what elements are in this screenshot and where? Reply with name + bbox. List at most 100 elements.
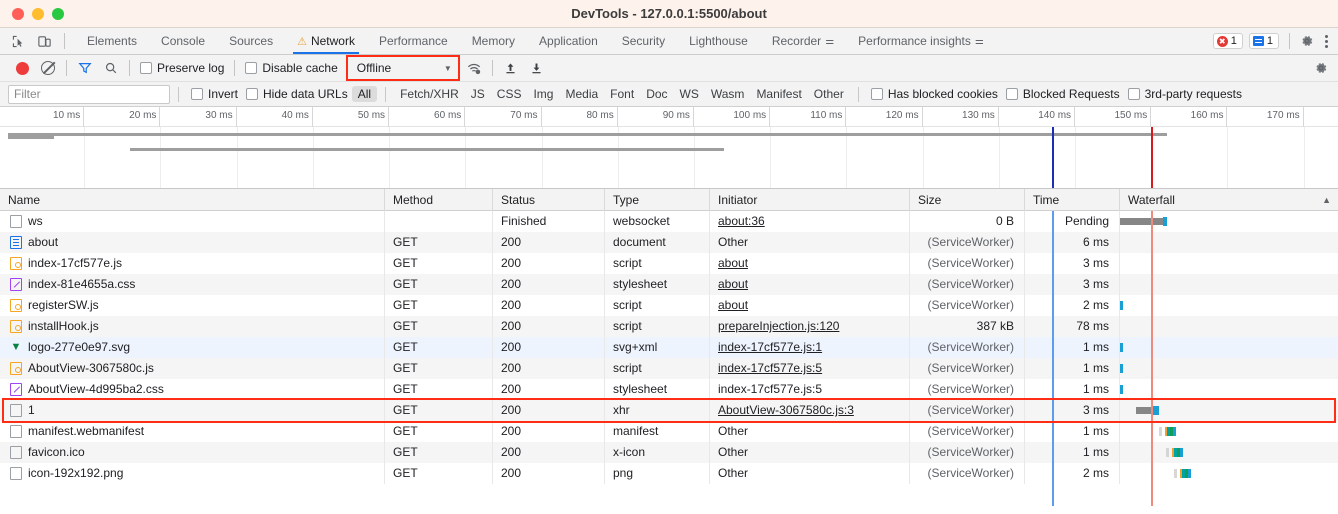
tab-recorder[interactable]: Recorder ⚌ — [760, 28, 846, 54]
cell-initiator[interactable]: AboutView-3067580c.js:3 — [710, 400, 910, 421]
column-header-waterfall[interactable]: Waterfall ▲ — [1120, 189, 1338, 211]
tab-application[interactable]: Application — [527, 28, 610, 54]
cell-name[interactable]: ws — [0, 211, 385, 232]
column-header-time[interactable]: Time — [1025, 188, 1120, 211]
minimize-window-button[interactable] — [32, 7, 44, 20]
table-row[interactable]: AboutView-3067580c.js GET 200 script index-1… — [0, 358, 1338, 379]
inspect-cursor-icon[interactable] — [8, 32, 28, 50]
filter-type-css[interactable]: CSS — [491, 86, 528, 102]
initiator-link[interactable]: about:36 — [718, 214, 765, 228]
overview-graph[interactable] — [0, 127, 1338, 188]
table-row[interactable]: ▼ logo-277e0e97.svg GET 200 svg+xml index-17c… — [0, 337, 1338, 358]
filter-type-font[interactable]: Font — [604, 86, 640, 102]
requests-table-body[interactable]: ws Finished websocket about:36 0 B Pending abo… — [0, 211, 1338, 506]
network-overview[interactable]: 10 ms 20 ms 30 ms 40 ms 50 ms 60 ms 70 ms 80 ms… — [0, 107, 1338, 189]
search-icon[interactable] — [99, 58, 123, 78]
error-count-badge[interactable]: ✖ 1 — [1212, 33, 1243, 49]
cell-initiator[interactable]: index-17cf577e.js:1 — [710, 337, 910, 358]
device-toolbar-icon[interactable] — [34, 32, 54, 50]
cell-name[interactable]: 1 — [0, 400, 385, 421]
filter-type-all[interactable]: All — [351, 86, 378, 102]
filter-type-ws[interactable]: WS — [674, 86, 705, 102]
cell-name[interactable]: icon-192x192.png — [0, 463, 385, 484]
table-row[interactable]: ws Finished websocket about:36 0 B Pending — [0, 211, 1338, 232]
initiator-link[interactable]: prepareInjection.js:120 — [718, 319, 839, 333]
table-row[interactable]: about GET 200 document Other (ServiceWorker) 6… — [0, 232, 1338, 253]
tab-lighthouse[interactable]: Lighthouse — [677, 28, 760, 54]
has-blocked-cookies-checkbox[interactable]: Has blocked cookies — [867, 87, 1002, 101]
cell-initiator[interactable]: about — [710, 274, 910, 295]
column-header-method[interactable]: Method — [385, 188, 493, 211]
cell-name[interactable]: ▼ logo-277e0e97.svg — [0, 337, 385, 358]
cell-initiator[interactable]: about — [710, 253, 910, 274]
filter-type-doc[interactable]: Doc — [640, 86, 673, 102]
column-header-size[interactable]: Size — [910, 188, 1025, 211]
tab-memory[interactable]: Memory — [460, 28, 527, 54]
filter-type-wasm[interactable]: Wasm — [705, 86, 751, 102]
column-header-type[interactable]: Type — [605, 188, 710, 211]
hide-data-urls-checkbox[interactable]: Hide data URLs — [242, 87, 352, 101]
throttling-dropdown[interactable]: Offline ▼ — [348, 58, 457, 78]
cell-name[interactable]: manifest.webmanifest — [0, 421, 385, 442]
tab-network[interactable]: ⚠ Network — [285, 28, 367, 54]
disable-cache-checkbox[interactable]: Disable cache — [241, 61, 341, 75]
tab-performance-insights[interactable]: Performance insights ⚌ — [846, 28, 996, 54]
import-har-icon[interactable] — [499, 58, 523, 78]
initiator-link[interactable]: about — [718, 298, 748, 312]
cell-name[interactable]: index-81e4655a.css — [0, 274, 385, 295]
tab-elements[interactable]: Elements — [75, 28, 149, 54]
table-row[interactable]: favicon.ico GET 200 x-icon Other (ServiceWork… — [0, 442, 1338, 463]
table-row[interactable]: installHook.js GET 200 script prepareInjecti… — [0, 316, 1338, 337]
close-window-button[interactable] — [12, 7, 24, 20]
table-row[interactable]: manifest.webmanifest GET 200 manifest Other (… — [0, 421, 1338, 442]
cell-initiator[interactable]: about:36 — [710, 211, 910, 232]
cell-name[interactable]: AboutView-4d995ba2.css — [0, 379, 385, 400]
cell-name[interactable]: installHook.js — [0, 316, 385, 337]
export-har-icon[interactable] — [525, 58, 549, 78]
filter-input[interactable] — [8, 84, 170, 104]
filter-type-img[interactable]: Img — [527, 86, 559, 102]
kebab-menu-icon[interactable] — [1320, 34, 1332, 48]
tab-sources[interactable]: Sources — [217, 28, 285, 54]
cell-initiator[interactable]: prepareInjection.js:120 — [710, 316, 910, 337]
column-header-status[interactable]: Status — [493, 188, 605, 211]
initiator-link[interactable]: index-17cf577e.js:1 — [718, 340, 822, 354]
cell-name[interactable]: AboutView-3067580c.js — [0, 358, 385, 379]
cell-name[interactable]: index-17cf577e.js — [0, 253, 385, 274]
cell-initiator[interactable]: about — [710, 295, 910, 316]
tab-security[interactable]: Security — [610, 28, 677, 54]
initiator-link[interactable]: about — [718, 256, 748, 270]
filter-type-fetch-xhr[interactable]: Fetch/XHR — [394, 86, 465, 102]
filter-type-js[interactable]: JS — [465, 86, 491, 102]
table-row[interactable]: icon-192x192.png GET 200 png Other (ServiceWo… — [0, 463, 1338, 484]
table-row[interactable]: AboutView-4d995ba2.css GET 200 stylesheet in… — [0, 379, 1338, 400]
zoom-window-button[interactable] — [52, 7, 64, 20]
cell-initiator[interactable]: index-17cf577e.js:5 — [710, 358, 910, 379]
table-row[interactable]: index-81e4655a.css GET 200 stylesheet about (… — [0, 274, 1338, 295]
message-count-badge[interactable]: 1 — [1248, 33, 1279, 49]
table-row[interactable]: index-17cf577e.js GET 200 script about (Servi… — [0, 253, 1338, 274]
initiator-link[interactable]: about — [718, 277, 748, 291]
cell-name[interactable]: favicon.ico — [0, 442, 385, 463]
gear-icon[interactable] — [1314, 61, 1328, 75]
column-header-name[interactable]: Name — [0, 188, 385, 211]
table-row[interactable]: 1 GET 200 xhr AboutView-3067580c.js:3 (Servic… — [0, 400, 1338, 421]
filter-type-manifest[interactable]: Manifest — [750, 86, 807, 102]
initiator-link[interactable]: index-17cf577e.js:5 — [718, 361, 822, 375]
invert-checkbox[interactable]: Invert — [187, 87, 242, 101]
blocked-requests-checkbox[interactable]: Blocked Requests — [1002, 87, 1124, 101]
wifi-settings-icon[interactable] — [462, 58, 486, 78]
tab-console[interactable]: Console — [149, 28, 217, 54]
clear-icon[interactable] — [36, 58, 60, 78]
filter-funnel-icon[interactable] — [73, 58, 97, 78]
table-row[interactable]: registerSW.js GET 200 script about (ServiceWo… — [0, 295, 1338, 316]
filter-type-other[interactable]: Other — [808, 86, 850, 102]
cell-name[interactable]: registerSW.js — [0, 295, 385, 316]
column-header-initiator[interactable]: Initiator — [710, 188, 910, 211]
cell-name[interactable]: about — [0, 232, 385, 253]
third-party-requests-checkbox[interactable]: 3rd-party requests — [1124, 87, 1246, 101]
preserve-log-checkbox[interactable]: Preserve log — [136, 61, 228, 75]
record-button[interactable] — [10, 58, 34, 78]
initiator-link[interactable]: AboutView-3067580c.js:3 — [718, 403, 854, 417]
gear-icon[interactable] — [1300, 34, 1314, 48]
